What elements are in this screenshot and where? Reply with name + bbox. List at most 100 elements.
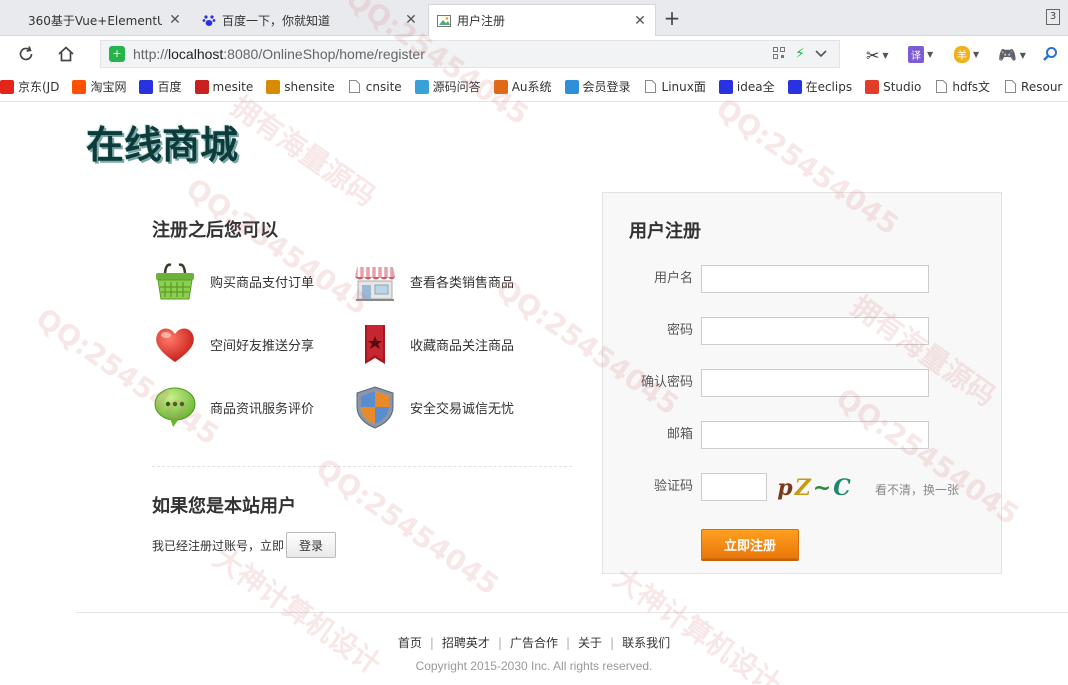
bookmark-item[interactable]: Linux面: [644, 78, 706, 95]
captcha-input[interactable]: [701, 473, 767, 501]
section-divider: [152, 466, 572, 467]
gamepad-icon[interactable]: 🎮 ▼: [998, 46, 1026, 64]
reload-icon[interactable]: [14, 42, 38, 66]
tab-vue-project[interactable]: 360基于Vue+ElementUI+Spr ✕: [0, 4, 190, 36]
username-input[interactable]: [701, 265, 929, 293]
benefit-buy: 购买商品支付订单: [152, 258, 314, 304]
benefit-favorite: 收藏商品关注商品: [352, 321, 514, 367]
footer-separator: |: [497, 636, 502, 650]
register-page: 在线商城 注册之后您可以 购买商品支付订单 查看各类销售商品 空间好友推送分享 …: [0, 102, 1068, 685]
register-form: 用户注册 用户名 密码 确认密码 邮箱 验证码 p Z ~ C 看不清，换一张 …: [602, 192, 1002, 574]
chevron-down-icon[interactable]: [815, 47, 827, 61]
bookmark-item[interactable]: hdfs文: [934, 78, 990, 95]
au-icon: [493, 79, 508, 94]
bookmark-item[interactable]: 百度: [139, 78, 182, 95]
footer-link[interactable]: 招聘英才: [442, 636, 490, 650]
member-login-line: 我已经注册过账号，立即 登录: [152, 532, 337, 558]
benefit-review: 商品资讯服务评价: [152, 384, 314, 430]
sheep-extension-icon[interactable]: 羊 ▼: [954, 46, 979, 63]
bookmark-tag-icon: [352, 321, 398, 367]
new-tab-button[interactable]: +: [660, 6, 684, 30]
bookmark-item[interactable]: Studio: [865, 79, 922, 94]
footer-link[interactable]: 广告合作: [510, 636, 558, 650]
copyright-text: Copyright 2015-2030 Inc. All rights rese…: [415, 659, 653, 673]
username-label: 用户名: [653, 271, 693, 286]
site-logo[interactable]: 在线商城: [86, 114, 238, 169]
password-row: 密码: [603, 317, 1003, 347]
bookmarks-bar: 京东(JD 淘宝网 百度 mesite shensite cnsite 源码问答 Au系统 会员…: [0, 72, 1068, 102]
basket-icon: [152, 258, 198, 304]
page-icon: [934, 80, 948, 94]
footer-link[interactable]: 关于: [578, 636, 602, 650]
cloud-icon: [564, 79, 579, 94]
scissors-icon[interactable]: ✂ ▼: [866, 46, 889, 65]
url-text[interactable]: http://localhost:8080/OnlineShop/home/re…: [133, 46, 773, 62]
captcha-char: C: [833, 475, 851, 501]
qr-code-icon[interactable]: [773, 46, 786, 62]
tab-baidu[interactable]: 百度一下，你就知道 ✕: [194, 4, 426, 36]
bookmark-label: cnsite: [365, 79, 402, 94]
confirm-password-row: 确认密码: [603, 369, 1003, 399]
bookmark-item[interactable]: 在eclips: [787, 78, 853, 95]
captcha-image[interactable]: p Z ~ C: [771, 473, 857, 503]
bookmark-item[interactable]: idea全: [718, 78, 775, 95]
benefit-label: 购买商品支付订单: [210, 275, 315, 291]
bookmark-item[interactable]: shensite: [266, 79, 335, 94]
bookmark-label: 在eclips: [805, 80, 853, 94]
bookmark-label: 会员登录: [582, 80, 631, 94]
chat-bubble-icon: [152, 384, 198, 430]
password-input[interactable]: [701, 317, 929, 345]
captcha-char: ~: [812, 475, 832, 501]
bookmark-label: Studio: [883, 79, 922, 94]
bookmark-item[interactable]: 淘宝网: [72, 78, 126, 95]
tab-register[interactable]: 用户注册 ✕: [428, 4, 656, 36]
bookmark-item[interactable]: cnsite: [348, 80, 402, 94]
bookmark-label: shensite: [284, 79, 335, 94]
bookmark-label: Au系统: [511, 80, 552, 94]
footer-link[interactable]: 联系我们: [622, 636, 670, 650]
lightning-icon[interactable]: ⚡: [795, 46, 805, 62]
email-label: 邮箱: [666, 427, 693, 442]
translate-icon[interactable]: 译 ▼: [908, 46, 933, 63]
bookmark-label: mesite: [212, 79, 254, 94]
taobao-icon: [72, 79, 87, 94]
close-icon[interactable]: ✕: [168, 12, 182, 28]
captcha-char: p: [777, 475, 793, 501]
bookmark-item[interactable]: 京东(JD: [0, 78, 59, 95]
bookmark-item[interactable]: Au系统: [493, 78, 552, 95]
bookmark-item[interactable]: Resour: [1003, 80, 1062, 94]
benefit-label: 安全交易诚信无忧: [410, 401, 515, 417]
bookmark-label: idea全: [736, 80, 775, 94]
page-icon: [348, 80, 362, 94]
benefit-share: 空间好友推送分享: [152, 321, 314, 367]
bookmark-item[interactable]: mesite: [194, 79, 254, 94]
c-icon: [865, 79, 880, 94]
search-icon[interactable]: [1042, 46, 1058, 62]
grid-icon: [266, 79, 281, 94]
register-submit-button[interactable]: 立即注册: [701, 529, 799, 559]
tab-count-badge[interactable]: 3: [1046, 9, 1060, 25]
benefit-view: 查看各类销售商品: [352, 258, 514, 304]
footer-link[interactable]: 首页: [398, 636, 422, 650]
bookmark-item[interactable]: 源码问答: [414, 78, 481, 95]
member-title: 如果您是本站用户: [152, 496, 296, 517]
username-row: 用户名: [603, 265, 1003, 295]
navigation-bar: + http://localhost:8080/OnlineShop/home/…: [0, 36, 1068, 72]
email-input[interactable]: [701, 421, 929, 449]
captcha-row: 验证码 p Z ~ C 看不清，换一张: [603, 473, 1003, 503]
store-icon: [352, 258, 398, 304]
confirm-password-input[interactable]: [701, 369, 929, 397]
benefit-security: 安全交易诚信无忧: [352, 384, 514, 430]
address-bar[interactable]: + http://localhost:8080/OnlineShop/home/…: [100, 40, 840, 68]
login-button[interactable]: 登录: [286, 532, 337, 558]
page-icon: [644, 80, 658, 94]
close-icon[interactable]: ✕: [404, 12, 418, 28]
shield-icon: [352, 384, 398, 430]
close-icon[interactable]: ✕: [633, 13, 647, 29]
baidu-paw-icon: [139, 79, 154, 94]
confirm-password-label: 确认密码: [640, 375, 693, 390]
refresh-captcha-link[interactable]: 看不清，换一张: [875, 481, 959, 498]
bookmark-label: 淘宝网: [90, 80, 127, 94]
bookmark-item[interactable]: 会员登录: [564, 78, 631, 95]
home-icon[interactable]: [54, 42, 78, 66]
